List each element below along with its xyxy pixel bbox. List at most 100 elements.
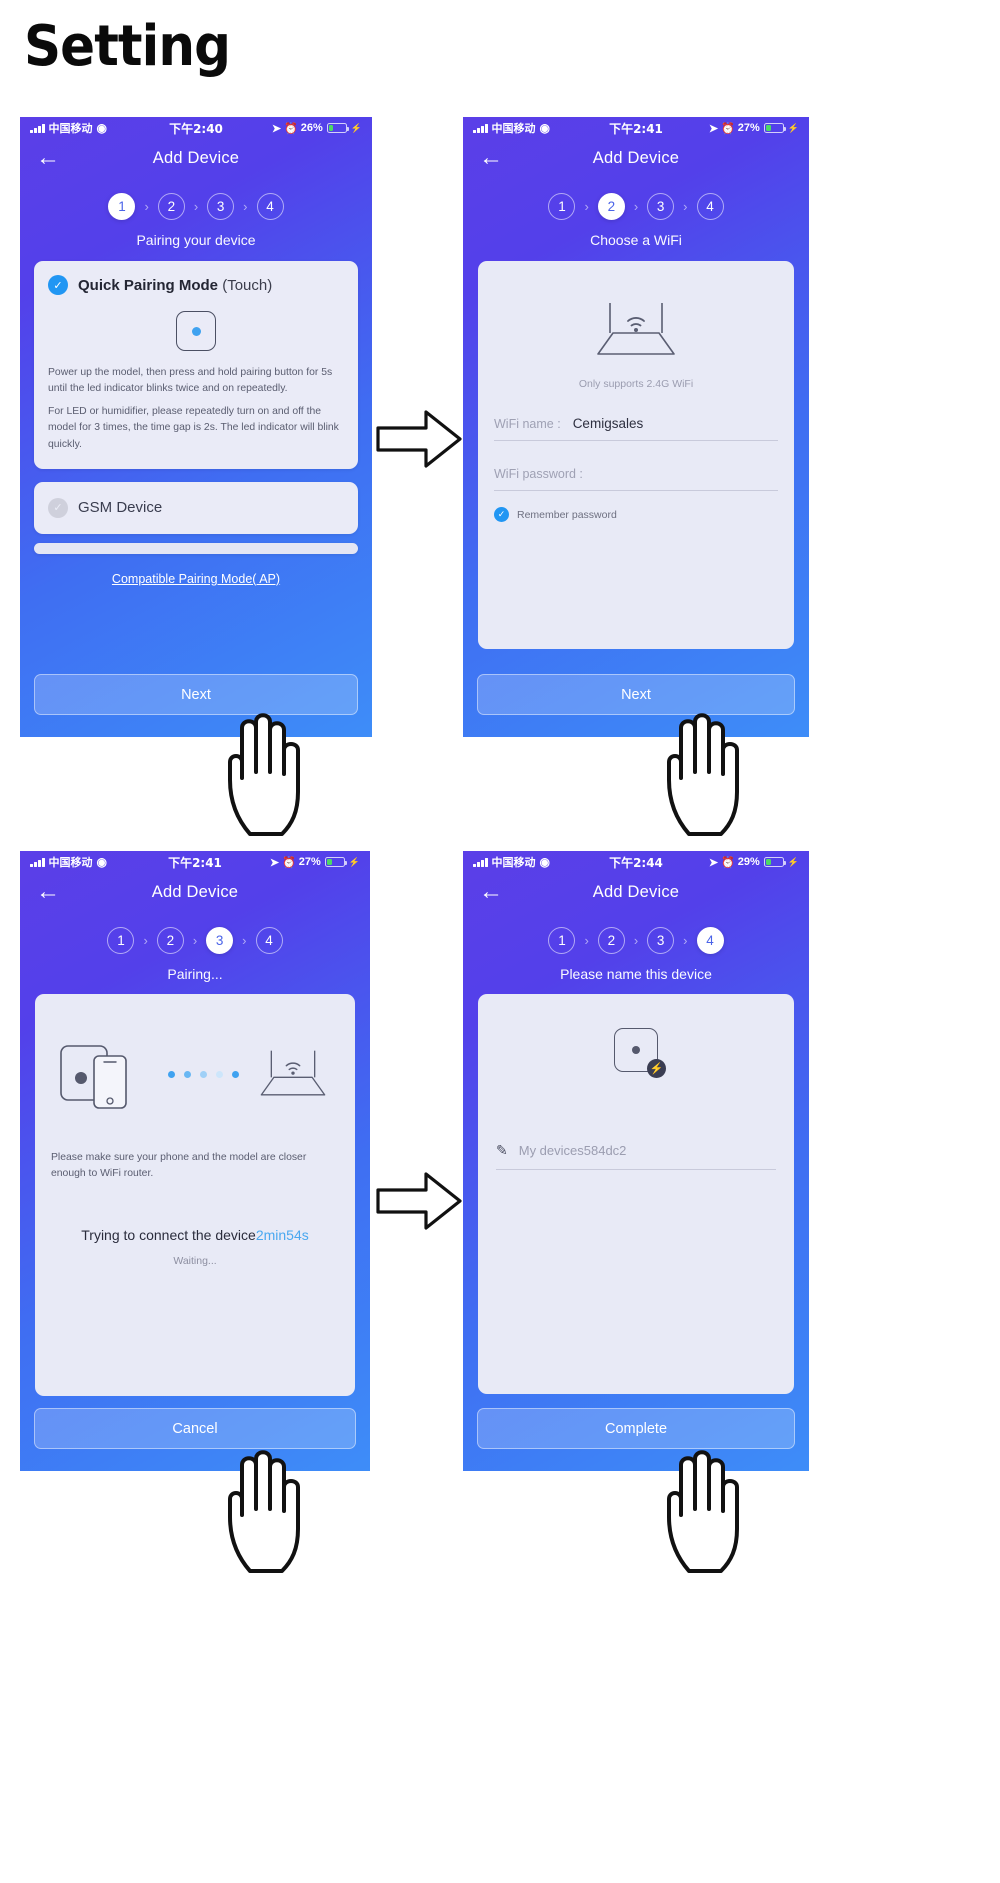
step-sep-icon: › <box>584 199 589 214</box>
waiting-label: Waiting... <box>173 1255 217 1268</box>
router-icon <box>260 1050 326 1096</box>
device-name-card: ⚡ ✎ My devices584dc2 <box>478 994 794 1394</box>
compatible-pairing-link[interactable]: Compatible Pairing Mode( AP) <box>20 572 372 586</box>
arrow-left-icon[interactable]: ← <box>479 146 503 170</box>
field-underline <box>494 490 778 491</box>
status-time: 下午2:44 <box>609 855 663 870</box>
phone-screen-2: 中国移动 ◉ 下午2:41 ➤ ⏰ 27% ⚡ ← Add Device 1 ›… <box>463 117 809 737</box>
step-sep-icon: › <box>144 199 149 214</box>
arrow-left-icon[interactable]: ← <box>479 880 503 904</box>
status-bar: 中国移动 ◉ 下午2:41 ➤ ⏰ 27% ⚡ <box>463 117 809 139</box>
device-and-phone-icon <box>60 1045 127 1109</box>
phone-screen-4: 中国移动 ◉ 下午2:44 ➤ ⏰ 29% ⚡ ← Add Device 1 ›… <box>463 851 809 1471</box>
device-name-input[interactable]: ✎ My devices584dc2 <box>496 1142 776 1169</box>
step-sep-icon: › <box>143 933 148 948</box>
router-caption: Only supports 2.4G WiFi <box>578 378 694 390</box>
status-bar: 中国移动 ◉ 下午2:40 ➤ ⏰ 26% ⚡ <box>20 117 372 139</box>
wifi-card: Only supports 2.4G WiFi WiFi name : Cemi… <box>478 261 794 649</box>
lightning-badge-icon: ⚡ <box>647 1059 666 1078</box>
status-time: 下午2:41 <box>609 121 663 136</box>
step-1[interactable]: 1 <box>548 193 576 220</box>
stepper-caption: Please name this device <box>560 966 712 982</box>
step-1[interactable]: 1 <box>548 927 576 954</box>
step-sep-icon: › <box>683 199 688 214</box>
status-bar: 中国移动 ◉ 下午2:44 ➤ ⏰ 29% ⚡ <box>463 851 809 873</box>
battery-icon <box>326 123 349 133</box>
progress-dots-icon <box>167 1070 239 1078</box>
step-sep-icon: › <box>243 199 248 214</box>
step-4[interactable]: 4 <box>696 927 724 954</box>
location-arrow-icon: ➤ <box>708 122 719 135</box>
step-1[interactable]: 1 <box>108 193 136 220</box>
hand-cursor-1 <box>216 706 336 836</box>
nav-title: Add Device <box>152 148 240 167</box>
status-bar: 中国移动 ◉ 下午2:41 ➤ ⏰ 27% ⚡ <box>20 851 370 873</box>
nav-bar: ← Add Device <box>463 873 809 911</box>
nav-title: Add Device <box>592 882 680 901</box>
nav-bar: ← Add Device <box>20 873 370 911</box>
step-sep-icon: › <box>242 933 247 948</box>
remember-password-label: Remember password <box>517 508 617 521</box>
quick-pairing-header: ✓ Quick Pairing Mode (Touch) <box>48 275 344 295</box>
device-name-value[interactable]: My devices584dc2 <box>519 1143 627 1158</box>
stepper-caption: Pairing... <box>167 966 223 982</box>
checkmark-icon[interactable]: ✓ <box>48 497 68 518</box>
status-time: 下午2:40 <box>169 121 223 136</box>
checkmark-icon[interactable]: ✓ <box>494 507 509 522</box>
wifi-name-field[interactable]: WiFi name : Cemigsales <box>494 416 778 441</box>
quick-pairing-card[interactable]: ✓ Quick Pairing Mode (Touch) Power up th… <box>34 261 358 469</box>
connect-status: Trying to connect the device2min54s <box>81 1227 309 1244</box>
step-2[interactable]: 2 <box>156 927 184 954</box>
step-2[interactable]: 2 <box>157 193 185 220</box>
arrow-left-icon[interactable]: ← <box>36 880 60 904</box>
field-underline <box>496 1169 776 1170</box>
step-3[interactable]: 3 <box>206 927 234 954</box>
stepper-1: 1 › 2 › 3 › 4 <box>20 193 372 220</box>
countdown-timer: 2min54s <box>255 1227 309 1244</box>
gsm-device-option[interactable]: ✓ GSM Device <box>34 481 358 534</box>
hand-cursor-4 <box>655 1443 775 1573</box>
nav-title: Add Device <box>592 148 680 167</box>
flow-arrow-1-to-2 <box>374 408 464 470</box>
step-4[interactable]: 4 <box>256 193 284 220</box>
stepper-caption: Choose a WiFi <box>590 232 682 248</box>
step-1[interactable]: 1 <box>107 927 135 954</box>
pairing-card: Please make sure your phone and the mode… <box>35 994 355 1396</box>
step-4[interactable]: 4 <box>696 193 724 220</box>
step-3[interactable]: 3 <box>207 193 235 220</box>
router-illustration: Only supports 2.4G WiFi <box>494 281 778 390</box>
field-underline <box>494 440 778 441</box>
pencil-icon[interactable]: ✎ <box>496 1142 508 1159</box>
phone-screen-1: 中国移动 ◉ 下午2:40 ➤ ⏰ 26% ⚡ ← Add Device 1 ›… <box>20 117 372 737</box>
option-stub[interactable] <box>34 542 358 554</box>
pairing-illustration <box>51 1020 339 1110</box>
step-2[interactable]: 2 <box>597 193 625 220</box>
quick-pairing-title: Quick Pairing Mode (Touch) <box>78 276 273 294</box>
step-3[interactable]: 3 <box>647 193 675 220</box>
step-sep-icon: › <box>633 199 639 214</box>
router-icon <box>597 303 675 355</box>
step-2[interactable]: 2 <box>597 927 625 954</box>
stepper-4: 1 › 2 › 3 › 4 <box>463 927 809 954</box>
gsm-device-label: GSM Device <box>78 499 163 517</box>
phone-screen-3: 中国移动 ◉ 下午2:41 ➤ ⏰ 27% ⚡ ← Add Device 1 ›… <box>20 851 370 1471</box>
stepper-2: 1 › 2 › 3 › 4 <box>463 193 809 220</box>
status-time: 下午2:41 <box>168 855 222 870</box>
page-title: Setting <box>24 14 231 79</box>
hand-cursor-3 <box>216 1443 336 1573</box>
wifi-name-value[interactable]: Cemigsales <box>573 416 644 431</box>
step-4[interactable]: 4 <box>255 927 283 954</box>
arrow-left-icon[interactable]: ← <box>36 146 60 170</box>
wifi-password-field[interactable]: WiFi password : <box>494 467 778 491</box>
stepper-caption: Pairing your device <box>136 232 256 248</box>
flow-arrow-3-to-4 <box>374 1170 464 1232</box>
battery-icon <box>763 857 786 867</box>
checkmark-icon[interactable]: ✓ <box>48 275 68 295</box>
nav-bar: ← Add Device <box>20 139 372 177</box>
gsm-row: ✓ GSM Device <box>48 497 344 518</box>
location-arrow-icon: ➤ <box>269 856 280 869</box>
step-3[interactable]: 3 <box>647 927 675 954</box>
remember-password-row[interactable]: ✓ Remember password <box>494 507 778 522</box>
battery-icon <box>324 857 347 867</box>
step-sep-icon: › <box>683 933 688 948</box>
